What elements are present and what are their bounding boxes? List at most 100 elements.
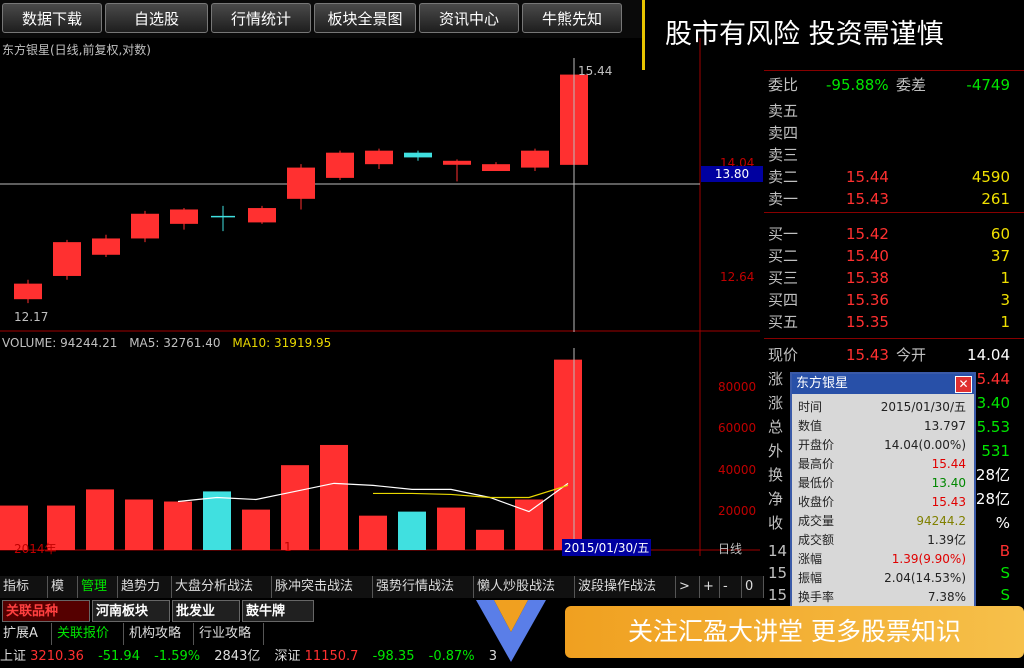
divider	[764, 212, 1024, 213]
price-tick-1264: 12.64	[720, 270, 755, 284]
sell-row: 卖三	[768, 146, 799, 164]
vol-tick-60000: 60000	[718, 421, 757, 435]
volume-bar	[203, 491, 231, 550]
buy-row: 买五 15.35 1	[768, 313, 1010, 331]
volume-header: VOLUME: 94244.21 MA5: 32761.40 MA10: 319…	[2, 336, 331, 350]
indicator-tab[interactable]: 趋势力	[118, 576, 172, 598]
extended-tab-bar: 扩展A 关联报价 机构攻略 行业攻略	[0, 623, 280, 645]
cursor-price-label: 13.80	[701, 166, 763, 182]
sell-row: 卖一 15.43 261	[768, 190, 1010, 208]
popup-row: 数值 13.797	[798, 419, 966, 433]
candle-body	[521, 150, 549, 168]
related-tab[interactable]: 批发业	[172, 600, 240, 622]
volume-bar	[554, 359, 582, 550]
candle-body	[248, 208, 276, 223]
popup-row: 成交额 1.39亿	[798, 533, 966, 547]
volume-bar	[437, 507, 465, 550]
extended-tab[interactable]: 行业攻略	[196, 623, 264, 645]
candle-body	[404, 152, 432, 158]
vol-tick-40000: 40000	[718, 463, 757, 477]
volume-bar	[359, 515, 387, 550]
candle-body	[287, 167, 315, 199]
indicator-tab[interactable]: +	[700, 576, 720, 598]
logo-icon	[476, 600, 546, 662]
high-price-label: 15.44	[578, 64, 613, 78]
popup-row: 涨幅 1.39(9.90%)	[798, 552, 966, 566]
promo-banner[interactable]: 关注汇盈大讲堂 更多股票知识	[565, 606, 1024, 658]
buy-row: 买二 15.40 37	[768, 247, 1010, 265]
popup-row: 开盘价 14.04(0.00%)	[798, 438, 966, 452]
indicator-tab[interactable]: 模板	[48, 576, 78, 616]
kline-svg	[0, 38, 760, 556]
related-tab[interactable]: 河南板块	[92, 600, 170, 622]
candle-body	[326, 152, 354, 178]
cursor-date-label: 2015/01/30/五	[562, 539, 652, 556]
candle-body	[131, 213, 159, 239]
ma5-value: MA5: 32761.40	[129, 336, 221, 350]
related-tab[interactable]: 鼓牛牌	[242, 600, 314, 622]
volume-bar	[125, 499, 153, 550]
buy-row: 买四 15.36 3	[768, 291, 1010, 309]
ma10-line	[373, 484, 569, 499]
indicator-tab[interactable]: 0	[742, 576, 764, 598]
popup-close-icon[interactable]: ✕	[955, 376, 972, 393]
indicator-tab[interactable]: >	[676, 576, 700, 598]
candle-body	[14, 283, 42, 300]
indicator-tab[interactable]: -	[720, 576, 742, 598]
nav-market-stats[interactable]: 行情统计	[211, 3, 311, 33]
popup-row: 成交量 94244.2	[798, 514, 966, 528]
low-price-label: 12.17	[14, 310, 49, 324]
volume-bar	[515, 499, 543, 550]
candle-body	[53, 242, 81, 276]
nav-data-download[interactable]: 数据下载	[2, 3, 102, 33]
indicator-tab[interactable]: 指标	[0, 576, 48, 598]
axis-year: 2014年	[14, 542, 57, 556]
volume-bar	[476, 529, 504, 550]
ma10-value: MA10: 31919.95	[232, 336, 332, 350]
extended-tab[interactable]: 机构攻略	[126, 623, 194, 645]
indicator-tab-bar: 指标模板管理趋势力大盘分析战法脉冲突击战法强势行情战法懒人炒股战法波段操作战法>…	[0, 576, 764, 616]
current-price-row: 现价 15.43 今开 14.04	[768, 346, 1010, 364]
vol-tick-20000: 20000	[718, 504, 757, 518]
period-label: 日线	[718, 542, 743, 556]
popup-row: 时间 2015/01/30/五	[798, 400, 966, 414]
weibi-row: 委比 -95.88% 委差 -4749	[768, 76, 1010, 94]
promo-logo	[466, 592, 556, 665]
volume-bar	[164, 501, 192, 550]
popup-row: 振幅 2.04(14.53%)	[798, 571, 966, 585]
popup-row: 最低价 13.40	[798, 476, 966, 490]
axis-month: 1	[284, 540, 292, 554]
popup-title: 东方银星	[792, 374, 974, 394]
nav-sector-panorama[interactable]: 板块全景图	[314, 3, 416, 33]
chart-title: 东方银星(日线,前复权,对数)	[2, 43, 151, 57]
kline-chart-area[interactable]: 东方银星(日线,前复权,对数) 15.44 14.04 13.80 12.64 …	[0, 38, 763, 556]
indicator-tab[interactable]: 脉冲突击战法	[272, 576, 373, 598]
sell-row: 卖二 15.44 4590	[768, 168, 1010, 186]
sell-row: 卖五	[768, 102, 799, 120]
candle-body	[482, 164, 510, 172]
volume-bar	[86, 489, 114, 550]
candle-body	[365, 150, 393, 165]
nav-watchlist[interactable]: 自选股	[105, 3, 208, 33]
divider	[764, 338, 1024, 339]
vol-tick-80000: 80000	[718, 380, 757, 394]
candle-body	[443, 160, 471, 165]
indicator-tab[interactable]: 强势行情战法	[373, 576, 474, 598]
indicator-tab[interactable]: 管理	[78, 576, 118, 598]
nav-bull-bear[interactable]: 牛熊先知	[522, 3, 622, 33]
data-popup: 东方银星 ✕ 时间 2015/01/30/五 数值 13.797 开盘价 14.04(0.…	[790, 372, 976, 608]
nav-news-center[interactable]: 资讯中心	[419, 3, 519, 33]
extended-tab[interactable]: 关联报价	[54, 623, 124, 645]
indicator-tab[interactable]: 大盘分析战法	[172, 576, 272, 598]
popup-row: 收盘价 15.43	[798, 495, 966, 509]
volume-bar	[320, 444, 348, 550]
index-status-bar: 上证 3210.36 -51.94 -1.59% 2843亿 深证 11150.…	[0, 648, 540, 665]
volume-bar	[281, 465, 309, 550]
extended-tab[interactable]: 扩展A	[0, 623, 52, 645]
volume-value: VOLUME: 94244.21	[2, 336, 118, 350]
candle-body	[92, 238, 120, 255]
volume-bar	[398, 511, 426, 550]
buy-row: 买三 15.38 1	[768, 269, 1010, 287]
related-tab[interactable]: 关联品种	[2, 600, 90, 622]
indicator-tab[interactable]: 波段操作战法	[575, 576, 676, 598]
